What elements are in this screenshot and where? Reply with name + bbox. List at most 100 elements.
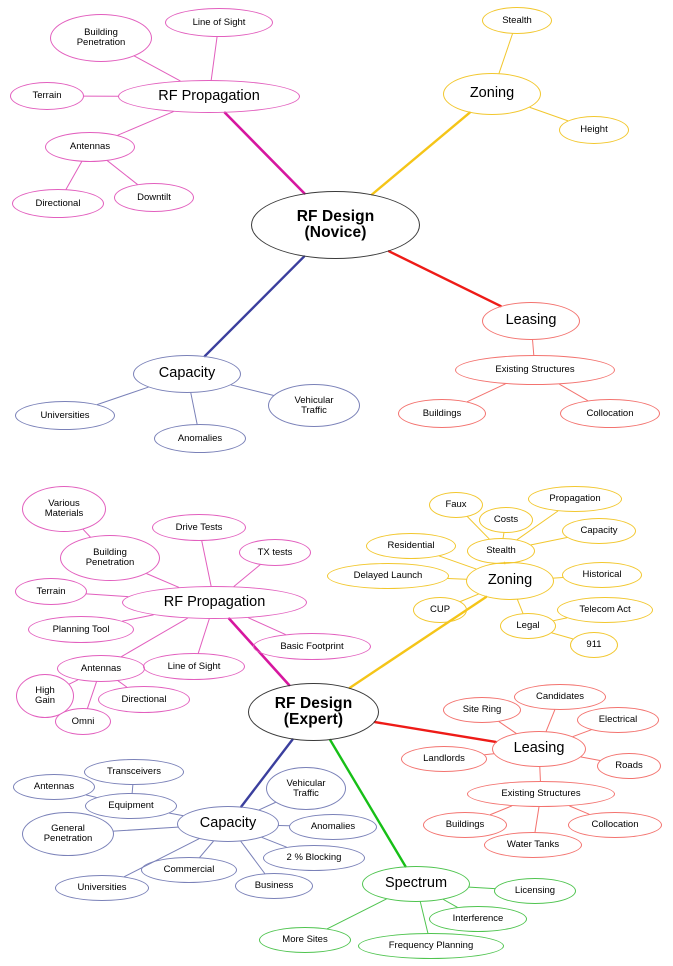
node-directional[interactable]: Directional [12, 189, 104, 218]
edge-n-leasing-to-root [387, 250, 502, 308]
node-transceivers[interactable]: Transceivers [84, 759, 184, 785]
edge-e-trans-to-e-equip [131, 784, 134, 794]
node-drive-tests[interactable]: Drive Tests [152, 514, 246, 541]
node-more-sites[interactable]: More Sites [259, 927, 351, 953]
node-costs[interactable]: Costs [479, 507, 533, 533]
node-historical[interactable]: Historical [562, 562, 642, 588]
node-label: Anomalies [177, 432, 223, 444]
node-faux[interactable]: Faux [429, 492, 483, 518]
node-leasing[interactable]: Leasing [482, 302, 580, 340]
node-label: Roads [615, 760, 643, 772]
root-node-expert[interactable]: RF Design (Expert) [248, 683, 379, 741]
node-directional[interactable]: Directional [98, 686, 190, 713]
node-general-penetration[interactable]: General Penetration [22, 812, 114, 856]
node-vehicular-traffic[interactable]: Vehicular Traffic [266, 767, 346, 810]
node-antennas[interactable]: Antennas [45, 132, 135, 162]
node-basic-footprint[interactable]: Basic Footprint [253, 633, 371, 660]
node-omni[interactable]: Omni [55, 708, 111, 735]
edge-n-zoning-to-root [370, 111, 471, 196]
edge-n-build-to-n-exist [466, 383, 506, 403]
node-2-pct-blocking[interactable]: 2 % Blocking [263, 845, 365, 871]
node-rf-propagation[interactable]: RF Propagation [118, 80, 300, 113]
node-antennas[interactable]: Antennas [13, 774, 95, 800]
node-zoning[interactable]: Zoning [443, 73, 541, 115]
node-anomalies[interactable]: Anomalies [154, 424, 246, 453]
node-leasing[interactable]: Leasing [492, 731, 586, 767]
node-downtilt[interactable]: Downtilt [114, 183, 194, 212]
node-stealth[interactable]: Stealth [467, 538, 535, 564]
node-buildings[interactable]: Buildings [423, 812, 507, 838]
node-label: Capacity [199, 815, 257, 832]
edge-n-direct-to-n-ant [65, 161, 83, 190]
node-zoning[interactable]: Zoning [466, 562, 554, 600]
edge-e-roads-to-e-leasing [580, 756, 601, 762]
node-cup[interactable]: CUP [413, 597, 467, 623]
edge-e-block-to-e-cap [261, 836, 287, 848]
node-licensing[interactable]: Licensing [494, 878, 576, 904]
edge-n-vehic-to-n-cap [230, 384, 274, 396]
node-legal[interactable]: Legal [500, 613, 556, 639]
node-frequency-planning[interactable]: Frequency Planning [358, 933, 504, 959]
node-existing-structures[interactable]: Existing Structures [467, 781, 615, 807]
node-anomalies[interactable]: Anomalies [289, 814, 377, 840]
node-existing-structures[interactable]: Existing Structures [455, 355, 615, 385]
node-capacity[interactable]: Capacity [177, 806, 279, 842]
node-landlords[interactable]: Landlords [401, 746, 487, 772]
edge-n-downtilt-to-n-ant [107, 160, 138, 185]
node-capacity[interactable]: Capacity [133, 355, 241, 393]
node-height[interactable]: Height [559, 116, 629, 144]
node-commercial[interactable]: Commercial [141, 857, 237, 883]
edge-e-sitering-to-e-leasing [498, 721, 517, 734]
node-building-penetration[interactable]: Building Penetration [50, 14, 152, 62]
node-collocation[interactable]: Collocation [568, 812, 662, 838]
node-terrain[interactable]: Terrain [10, 82, 84, 110]
node-label: Terrain [36, 585, 66, 597]
node-capacity[interactable]: Capacity [562, 518, 636, 544]
edge-e-water-to-e-exist [534, 806, 540, 833]
node-label: Height [580, 124, 608, 136]
node-interference[interactable]: Interference [429, 906, 527, 932]
node-label: High Gain [34, 685, 56, 706]
node-residential[interactable]: Residential [366, 533, 456, 559]
node-candidates[interactable]: Candidates [514, 684, 606, 710]
node-label: Leasing [513, 740, 565, 757]
node-electrical[interactable]: Electrical [577, 707, 659, 733]
node-antennas[interactable]: Antennas [57, 655, 145, 682]
node-label: Various Materials [44, 498, 84, 519]
node-tx-tests[interactable]: TX tests [239, 539, 311, 566]
node-planning-tool[interactable]: Planning Tool [28, 616, 134, 643]
edge-e-ant-to-e-rfprop [121, 617, 188, 658]
node-label: Transceivers [106, 766, 162, 778]
node-water-tanks[interactable]: Water Tanks [484, 832, 582, 858]
edge-e-drive-to-e-rfprop [201, 540, 212, 587]
node-equipment[interactable]: Equipment [85, 793, 177, 819]
edge-e-high-to-e-ant [68, 679, 79, 685]
node-911[interactable]: 911 [570, 632, 618, 658]
node-various-materials[interactable]: Various Materials [22, 486, 106, 532]
node-roads[interactable]: Roads [597, 753, 661, 779]
edge-n-univ-to-n-cap [96, 386, 149, 405]
node-spectrum[interactable]: Spectrum [362, 866, 470, 902]
node-site-ring[interactable]: Site Ring [443, 697, 521, 723]
node-label: Stealth [486, 545, 516, 557]
node-stealth[interactable]: Stealth [482, 7, 552, 34]
node-delayed-launch[interactable]: Delayed Launch [327, 563, 449, 589]
node-label: Licensing [514, 885, 556, 897]
node-business[interactable]: Business [235, 873, 313, 899]
node-vehicular-traffic[interactable]: Vehicular Traffic [268, 384, 360, 427]
node-label: General Penetration [43, 823, 93, 844]
node-telecom-act[interactable]: Telecom Act [557, 597, 653, 623]
node-rf-propagation[interactable]: RF Propagation [122, 586, 307, 619]
node-line-of-sight[interactable]: Line of Sight [143, 653, 245, 680]
node-line-of-sight[interactable]: Line of Sight [165, 8, 273, 37]
node-building-penetration[interactable]: Building Penetration [60, 535, 160, 581]
root-node-novice[interactable]: RF Design (Novice) [251, 191, 420, 259]
node-universities[interactable]: Universities [15, 401, 115, 430]
node-label: Candidates [535, 691, 585, 703]
node-propagation[interactable]: Propagation [528, 486, 622, 512]
node-universities[interactable]: Universities [55, 875, 149, 901]
node-terrain[interactable]: Terrain [15, 578, 87, 605]
node-collocation[interactable]: Collocation [560, 399, 660, 428]
node-label: Telecom Act [579, 604, 631, 616]
node-buildings[interactable]: Buildings [398, 399, 486, 428]
